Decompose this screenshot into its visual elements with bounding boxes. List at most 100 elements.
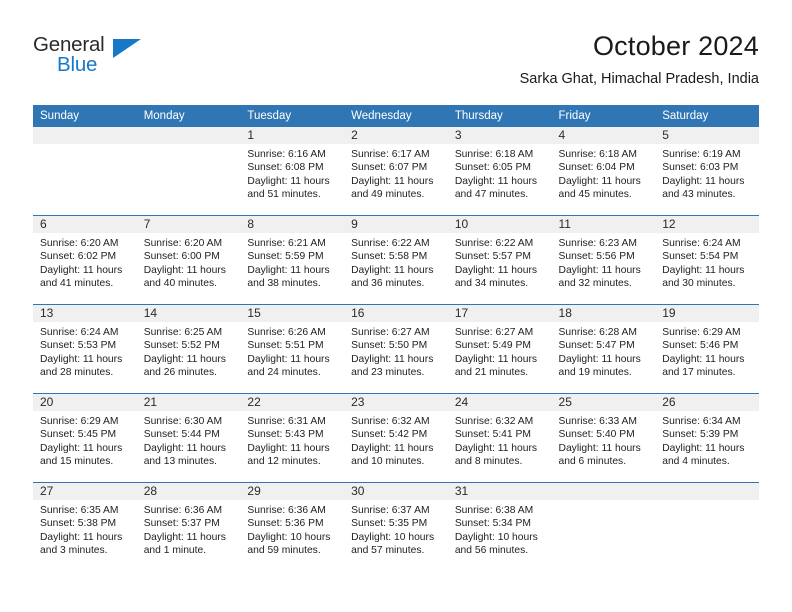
daylight-line-1: Daylight: 11 hours bbox=[351, 353, 434, 365]
day-cell[interactable]: 26 Sunrise: 6:34 AM Sunset: 5:39 PM Dayl… bbox=[655, 393, 759, 483]
day-cell[interactable]: 15 Sunrise: 6:26 AM Sunset: 5:51 PM Dayl… bbox=[240, 304, 345, 394]
generalblue-logo[interactable]: General Blue bbox=[33, 33, 163, 81]
day-cell[interactable]: 6 Sunrise: 6:20 AM Sunset: 6:02 PM Dayli… bbox=[33, 215, 137, 305]
day-details: Sunrise: 6:32 AM Sunset: 5:41 PM Dayligh… bbox=[448, 411, 552, 469]
day-cell[interactable]: 5 Sunrise: 6:19 AM Sunset: 6:03 PM Dayli… bbox=[655, 127, 759, 216]
weekday-header-friday: Friday bbox=[551, 105, 656, 127]
day-number: 31 bbox=[447, 483, 552, 500]
sunset-line: Sunset: 5:42 PM bbox=[351, 429, 428, 441]
day-cell[interactable]: 7 Sunrise: 6:20 AM Sunset: 6:00 PM Dayli… bbox=[136, 215, 241, 305]
day-cell[interactable]: 1 Sunrise: 6:16 AM Sunset: 6:08 PM Dayli… bbox=[240, 127, 345, 216]
sunset-line: Sunset: 5:37 PM bbox=[143, 518, 220, 530]
daylight-line-2: and 38 minutes. bbox=[247, 278, 321, 290]
day-number: 8 bbox=[240, 216, 345, 233]
day-details: Sunrise: 6:25 AM Sunset: 5:52 PM Dayligh… bbox=[137, 322, 241, 380]
day-details: Sunrise: 6:33 AM Sunset: 5:40 PM Dayligh… bbox=[552, 411, 656, 469]
day-cell[interactable]: 27 Sunrise: 6:35 AM Sunset: 5:38 PM Dayl… bbox=[33, 482, 137, 571]
day-cell[interactable]: 25 Sunrise: 6:33 AM Sunset: 5:40 PM Dayl… bbox=[551, 393, 656, 483]
day-details: Sunrise: 6:24 AM Sunset: 5:54 PM Dayligh… bbox=[655, 233, 759, 291]
day-cell[interactable]: 3 Sunrise: 6:18 AM Sunset: 6:05 PM Dayli… bbox=[447, 127, 552, 216]
day-cell[interactable]: 8 Sunrise: 6:21 AM Sunset: 5:59 PM Dayli… bbox=[240, 215, 345, 305]
calendar-week-row: 13 Sunrise: 6:24 AM Sunset: 5:53 PM Dayl… bbox=[33, 304, 759, 394]
daylight-line-1: Daylight: 11 hours bbox=[143, 353, 226, 365]
daylight-line-2: and 49 minutes. bbox=[351, 189, 425, 201]
day-cell[interactable]: 4 Sunrise: 6:18 AM Sunset: 6:04 PM Dayli… bbox=[551, 127, 656, 216]
day-details: Sunrise: 6:38 AM Sunset: 5:34 PM Dayligh… bbox=[448, 500, 552, 558]
sunrise-line: Sunrise: 6:22 AM bbox=[351, 238, 430, 249]
day-cell[interactable] bbox=[655, 482, 759, 571]
calendar-table: Sunday Monday Tuesday Wednesday Thursday… bbox=[33, 105, 759, 571]
daylight-line-2: and 12 minutes. bbox=[247, 456, 321, 468]
day-number: 23 bbox=[344, 394, 448, 411]
day-number: 16 bbox=[344, 305, 448, 322]
daylight-line-1: Daylight: 10 hours bbox=[351, 531, 435, 543]
day-cell[interactable]: 19 Sunrise: 6:29 AM Sunset: 5:46 PM Dayl… bbox=[655, 304, 759, 394]
sunset-line: Sunset: 5:54 PM bbox=[662, 251, 739, 263]
sunrise-line: Sunrise: 6:25 AM bbox=[143, 327, 223, 338]
weekday-header-row: Sunday Monday Tuesday Wednesday Thursday… bbox=[33, 105, 759, 127]
daylight-line-2: and 57 minutes. bbox=[351, 545, 425, 557]
daylight-line-2: and 6 minutes. bbox=[558, 456, 627, 468]
sunset-line: Sunset: 5:44 PM bbox=[143, 429, 220, 441]
day-cell[interactable]: 24 Sunrise: 6:32 AM Sunset: 5:41 PM Dayl… bbox=[447, 393, 552, 483]
day-number: 1 bbox=[240, 127, 345, 144]
day-number: 22 bbox=[240, 394, 345, 411]
calendar-page: General Blue October 2024 Sarka Ghat, Hi… bbox=[0, 0, 792, 612]
day-number: 6 bbox=[33, 216, 137, 233]
daylight-line-2: and 40 minutes. bbox=[143, 278, 217, 290]
sunrise-line: Sunrise: 6:29 AM bbox=[40, 416, 119, 427]
sunset-line: Sunset: 5:43 PM bbox=[247, 429, 324, 441]
day-details bbox=[655, 500, 759, 504]
sunrise-line: Sunrise: 6:30 AM bbox=[143, 416, 223, 427]
day-cell[interactable]: 28 Sunrise: 6:36 AM Sunset: 5:37 PM Dayl… bbox=[136, 482, 241, 571]
day-cell[interactable]: 16 Sunrise: 6:27 AM Sunset: 5:50 PM Dayl… bbox=[344, 304, 448, 394]
day-cell[interactable]: 11 Sunrise: 6:23 AM Sunset: 5:56 PM Dayl… bbox=[551, 215, 656, 305]
daylight-line-2: and 19 minutes. bbox=[558, 367, 632, 379]
day-details: Sunrise: 6:28 AM Sunset: 5:47 PM Dayligh… bbox=[552, 322, 656, 380]
day-cell[interactable]: 23 Sunrise: 6:32 AM Sunset: 5:42 PM Dayl… bbox=[344, 393, 448, 483]
day-cell[interactable]: 10 Sunrise: 6:22 AM Sunset: 5:57 PM Dayl… bbox=[447, 215, 552, 305]
day-cell[interactable] bbox=[136, 127, 241, 216]
day-details bbox=[33, 144, 137, 148]
day-number: 7 bbox=[136, 216, 241, 233]
daylight-line-2: and 10 minutes. bbox=[351, 456, 425, 468]
daylight-line-2: and 45 minutes. bbox=[558, 189, 632, 201]
day-cell[interactable]: 17 Sunrise: 6:27 AM Sunset: 5:49 PM Dayl… bbox=[447, 304, 552, 394]
day-cell[interactable]: 2 Sunrise: 6:17 AM Sunset: 6:07 PM Dayli… bbox=[344, 127, 448, 216]
day-cell[interactable]: 13 Sunrise: 6:24 AM Sunset: 5:53 PM Dayl… bbox=[33, 304, 137, 394]
day-cell[interactable]: 30 Sunrise: 6:37 AM Sunset: 5:35 PM Dayl… bbox=[344, 482, 448, 571]
day-cell[interactable] bbox=[33, 127, 137, 216]
day-cell[interactable]: 14 Sunrise: 6:25 AM Sunset: 5:52 PM Dayl… bbox=[136, 304, 241, 394]
day-number: 12 bbox=[655, 216, 759, 233]
page-subtitle-location: Sarka Ghat, Himachal Pradesh, India bbox=[519, 71, 759, 87]
day-number: 2 bbox=[344, 127, 448, 144]
day-details: Sunrise: 6:26 AM Sunset: 5:51 PM Dayligh… bbox=[240, 322, 344, 380]
day-number bbox=[136, 127, 241, 144]
day-cell[interactable] bbox=[551, 482, 656, 571]
day-details: Sunrise: 6:36 AM Sunset: 5:36 PM Dayligh… bbox=[240, 500, 344, 558]
day-details: Sunrise: 6:31 AM Sunset: 5:43 PM Dayligh… bbox=[240, 411, 344, 469]
day-number: 28 bbox=[136, 483, 241, 500]
day-cell[interactable]: 12 Sunrise: 6:24 AM Sunset: 5:54 PM Dayl… bbox=[655, 215, 759, 305]
calendar-week-row: 27 Sunrise: 6:35 AM Sunset: 5:38 PM Dayl… bbox=[33, 482, 759, 571]
daylight-line-1: Daylight: 11 hours bbox=[351, 442, 434, 454]
daylight-line-1: Daylight: 11 hours bbox=[558, 264, 641, 276]
day-number: 19 bbox=[655, 305, 759, 322]
page-header: General Blue October 2024 Sarka Ghat, Hi… bbox=[0, 0, 792, 104]
day-number: 4 bbox=[551, 127, 656, 144]
day-details: Sunrise: 6:29 AM Sunset: 5:45 PM Dayligh… bbox=[33, 411, 137, 469]
sunrise-line: Sunrise: 6:23 AM bbox=[558, 238, 637, 249]
day-cell[interactable]: 9 Sunrise: 6:22 AM Sunset: 5:58 PM Dayli… bbox=[344, 215, 448, 305]
day-cell[interactable]: 22 Sunrise: 6:31 AM Sunset: 5:43 PM Dayl… bbox=[240, 393, 345, 483]
day-cell[interactable]: 20 Sunrise: 6:29 AM Sunset: 5:45 PM Dayl… bbox=[33, 393, 137, 483]
day-cell[interactable]: 21 Sunrise: 6:30 AM Sunset: 5:44 PM Dayl… bbox=[136, 393, 241, 483]
day-cell[interactable]: 29 Sunrise: 6:36 AM Sunset: 5:36 PM Dayl… bbox=[240, 482, 345, 571]
daylight-line-1: Daylight: 11 hours bbox=[143, 264, 226, 276]
daylight-line-1: Daylight: 11 hours bbox=[454, 442, 538, 454]
day-cell[interactable]: 18 Sunrise: 6:28 AM Sunset: 5:47 PM Dayl… bbox=[551, 304, 656, 394]
sunrise-line: Sunrise: 6:22 AM bbox=[454, 238, 534, 249]
day-details: Sunrise: 6:35 AM Sunset: 5:38 PM Dayligh… bbox=[33, 500, 137, 558]
daylight-line-2: and 15 minutes. bbox=[40, 456, 114, 468]
day-cell[interactable]: 31 Sunrise: 6:38 AM Sunset: 5:34 PM Dayl… bbox=[447, 482, 552, 571]
sunrise-line: Sunrise: 6:26 AM bbox=[247, 327, 326, 338]
